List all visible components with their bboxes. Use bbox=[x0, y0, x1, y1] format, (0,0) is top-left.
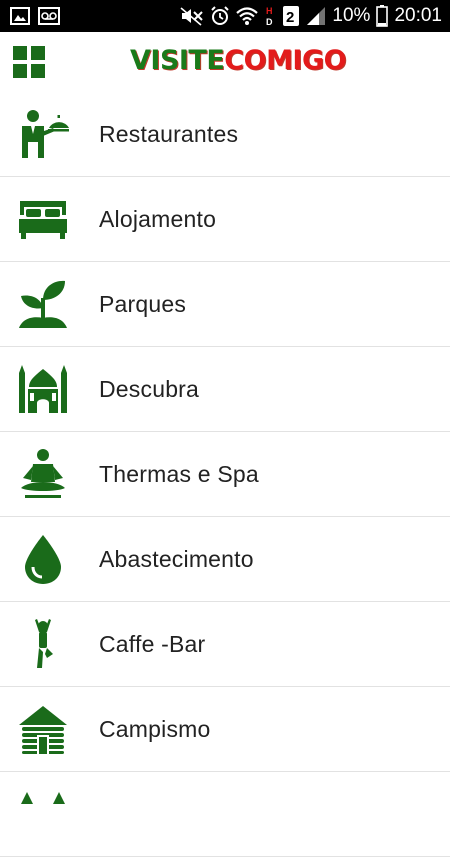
mute-icon bbox=[180, 7, 204, 26]
voicemail-icon bbox=[38, 7, 60, 25]
menu-item-abastecimento[interactable]: Abastecimento bbox=[0, 517, 450, 602]
bed-icon bbox=[16, 192, 70, 246]
menu-item-label: Caffe -Bar bbox=[99, 630, 206, 657]
menu-item-parques[interactable]: Parques bbox=[0, 262, 450, 347]
yoga-pose-icon bbox=[16, 617, 70, 671]
status-time: 20:01 bbox=[394, 5, 442, 26]
grid-menu-icon[interactable] bbox=[13, 46, 45, 78]
menu-item-restaurantes[interactable]: Restaurantes bbox=[0, 92, 450, 177]
menu-item-caffe-bar[interactable]: Caffe -Bar bbox=[0, 602, 450, 687]
mosque-icon bbox=[16, 362, 70, 416]
menu-item-descubra[interactable]: Descubra bbox=[0, 347, 450, 432]
menu-item-alojamento[interactable]: Alojamento bbox=[0, 177, 450, 262]
menu-item-label: Alojamento bbox=[99, 205, 217, 232]
partial-menu-icon bbox=[16, 787, 70, 841]
logo-text-comigo: COMIGO bbox=[224, 44, 347, 76]
battery-percentage: 10% bbox=[332, 5, 371, 26]
status-bar: H D 2 10% 20:01 bbox=[0, 0, 450, 32]
meditation-icon bbox=[16, 447, 70, 501]
menu-item-campismo[interactable]: Campismo bbox=[0, 687, 450, 772]
sim-2-icon: 2 bbox=[283, 6, 300, 26]
alarm-icon bbox=[211, 6, 230, 25]
battery-icon bbox=[376, 5, 389, 27]
waiter-icon bbox=[16, 107, 70, 161]
menu-item-label: Restaurantes bbox=[99, 120, 239, 147]
menu-item-label: Descubra bbox=[99, 375, 200, 402]
logo-text-visite: VISITE bbox=[130, 44, 225, 76]
svg-text:2: 2 bbox=[286, 9, 294, 26]
svg-text:H: H bbox=[266, 6, 273, 16]
log-cabin-icon bbox=[16, 702, 70, 756]
status-bar-right: H D 2 10% 20:01 bbox=[180, 5, 442, 27]
hd-icon: H D bbox=[266, 6, 273, 27]
menu-item-label: Campismo bbox=[99, 715, 211, 742]
status-bar-left bbox=[10, 7, 60, 25]
menu-item-thermas-e-spa[interactable]: Thermas e Spa bbox=[0, 432, 450, 517]
plant-icon bbox=[16, 277, 70, 331]
grid-menu-glyph bbox=[13, 46, 45, 78]
svg-text:D: D bbox=[266, 17, 273, 27]
app-logo: VISITE COMIGO bbox=[130, 40, 347, 80]
menu-item-partial[interactable] bbox=[0, 772, 450, 857]
water-drop-icon bbox=[16, 532, 70, 586]
menu-item-label: Parques bbox=[99, 290, 187, 317]
app-bar: VISITE COMIGO bbox=[0, 32, 450, 92]
wifi-icon bbox=[236, 7, 259, 25]
image-icon bbox=[10, 7, 30, 25]
menu-item-label: Abastecimento bbox=[99, 545, 254, 572]
signal-icon bbox=[307, 7, 326, 25]
menu-item-label: Thermas e Spa bbox=[99, 460, 259, 487]
category-menu: Restaurantes Alojamento Parques Descubra… bbox=[0, 92, 450, 857]
